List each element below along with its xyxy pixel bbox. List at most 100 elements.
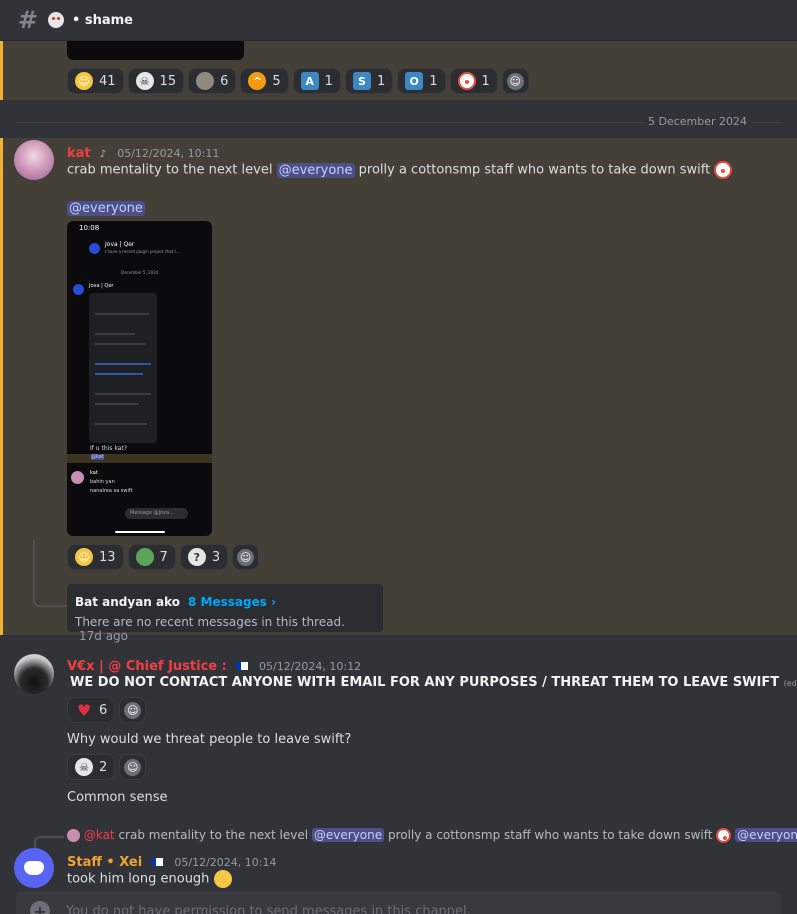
reaction-skull[interactable]: ☠ 2: [67, 754, 116, 780]
date-label: December 5, 2024: [121, 270, 159, 275]
reaction-letter-o[interactable]: O1: [397, 68, 446, 94]
author-name[interactable]: kat: [67, 146, 91, 161]
add-emoji-icon: ☺: [124, 758, 142, 776]
skull-emoji-icon: ☠: [135, 72, 154, 90]
cat-emoji-icon: ^: [248, 72, 267, 90]
letter-o-icon: O: [405, 72, 424, 90]
highlight-row: [67, 454, 212, 463]
kat-mention-tag: @kat: [91, 454, 104, 460]
reply-connector: [34, 836, 64, 848]
reaction-grin[interactable]: ☺ 41: [67, 68, 124, 94]
reply-preview[interactable]: @kat crab mentality to the next level @e…: [67, 828, 797, 843]
add-emoji-icon: ☺: [237, 548, 255, 566]
flag-icon: [235, 661, 248, 670]
phone-input-placeholder: Message @Jova...: [130, 510, 174, 516]
grin-emoji-icon: ☺: [75, 72, 93, 90]
pepe-emoji-icon: [135, 548, 154, 566]
letter-s-icon: S: [352, 72, 371, 90]
chat-avatar: [89, 243, 100, 254]
letter-a-icon: A: [300, 72, 319, 90]
composer-placeholder: You do not have permission to send messa…: [66, 903, 471, 914]
vex-reaction-bar-2: ☠ 2 ☺: [67, 754, 147, 780]
chat-name: Jova | Qer: [105, 241, 135, 248]
thread-connector: [33, 540, 67, 607]
role-icon: ♪: [99, 149, 107, 160]
embedded-screenshot: [89, 293, 157, 443]
reply-name: kat: [90, 470, 98, 476]
vex-message-header: V€x | @ Chief Justice : 05/12/2024, 10:1…: [67, 655, 361, 674]
joy-emoji-icon: ☺: [75, 548, 93, 566]
reaction-pepe[interactable]: 7: [127, 544, 176, 570]
reaction-letter-s[interactable]: S1: [344, 68, 394, 94]
kat-avatar[interactable]: [14, 140, 54, 180]
reply-avatar: [71, 471, 84, 484]
kat-message-line2: @everyone: [67, 201, 145, 216]
staff-message-header: Staff • Xei 05/12/2024, 10:14: [67, 851, 276, 870]
kat-message-text: crab mentality to the next level @everyo…: [67, 161, 733, 179]
reaction-joy[interactable]: ☺ 13: [67, 544, 124, 570]
vex-reaction-bar-1: ♥ 6 ☺: [67, 697, 147, 723]
reaction-clown[interactable]: 1: [449, 68, 498, 94]
heart-emoji-icon: ♥: [76, 700, 92, 720]
kat-reaction-bar: ☺ 13 7 ? 3 ☺: [67, 544, 260, 570]
vex-message-text: WE DO NOT CONTACT ANYONE WITH EMAIL FOR …: [70, 675, 797, 690]
clown-emoji-icon: [716, 828, 732, 843]
sender-name: Jova | Qer: [89, 283, 114, 289]
clown-emoji-icon: [714, 161, 733, 179]
reaction-bar: ☺ 41 ☠ 15 6 ^ 5 A1 S1 O1 1 ☺: [67, 68, 529, 94]
reply-avatar: [67, 829, 80, 842]
reaction-skull-question[interactable]: ? 3: [179, 544, 229, 570]
add-emoji-icon: ☺: [124, 701, 142, 719]
chat-subtitle: I have a recent plugin project that I...: [105, 249, 180, 254]
message-timestamp: 05/12/2024, 10:14: [174, 856, 277, 869]
screenshot-attachment[interactable]: 10:08 Jova | Qer I have a recent plugin …: [67, 221, 212, 536]
flag-icon: [151, 857, 164, 866]
thread-note: There are no recent messages in this thr…: [75, 615, 345, 643]
hashtag-icon: #: [18, 6, 39, 34]
author-name[interactable]: Staff • Xei: [67, 855, 142, 870]
reply-line2: nanalrea sa swift: [90, 488, 133, 494]
rock-emoji-icon: [196, 72, 215, 90]
skull-emoji-icon: [48, 12, 64, 28]
skull-emoji-icon: ☠: [75, 758, 93, 776]
sender-avatar: [73, 284, 84, 295]
laughing-cat-emoji-icon: [213, 870, 232, 888]
kat-message-header: kat ♪ 05/12/2024, 10:11: [67, 142, 219, 161]
add-reaction-button[interactable]: ☺: [501, 68, 529, 94]
reaction-rock[interactable]: 6: [188, 68, 237, 94]
reply-line1: bahin yan: [90, 479, 115, 485]
thread-name[interactable]: Bat andyan ako: [75, 595, 180, 609]
everyone-mention[interactable]: @everyone: [67, 201, 145, 216]
message-composer: + You do not have permission to send mes…: [16, 891, 781, 914]
channel-title: • shame: [72, 12, 133, 28]
everyone-mention[interactable]: @everyone: [276, 162, 355, 178]
plus-icon[interactable]: +: [30, 901, 50, 914]
reaction-letter-a[interactable]: A1: [292, 68, 341, 94]
date-divider-label: 5 December 2024: [643, 115, 751, 128]
clown-emoji-icon: [457, 72, 476, 90]
vex-message-text-3: Common sense: [67, 790, 168, 805]
home-indicator: [115, 531, 165, 533]
thread-preview[interactable]: Bat andyan ako 8 Messages › There are no …: [67, 584, 383, 643]
vex-avatar[interactable]: [14, 654, 54, 694]
skull-question-emoji-icon: ?: [187, 548, 206, 566]
add-emoji-icon: ☺: [506, 72, 524, 90]
message-timestamp: 05/12/2024, 10:12: [259, 660, 362, 673]
vex-message-text-2: Why would we threat people to leave swif…: [67, 732, 352, 747]
staff-message-text: took him long enough: [67, 870, 232, 888]
channel-header: # • shame: [0, 0, 797, 41]
add-reaction-button[interactable]: ☺: [119, 697, 147, 723]
reaction-skull[interactable]: ☠ 15: [127, 68, 185, 94]
thread-messages-link[interactable]: 8 Messages ›: [188, 595, 276, 609]
reaction-cat[interactable]: ^ 5: [240, 68, 289, 94]
add-reaction-button[interactable]: ☺: [119, 754, 147, 780]
add-reaction-button[interactable]: ☺: [232, 544, 260, 570]
image-attachment-bottom[interactable]: [67, 41, 244, 60]
question-text: If u this kat?: [90, 445, 127, 452]
message-timestamp: 05/12/2024, 10:11: [117, 147, 220, 160]
discord-logo-icon: [24, 861, 44, 875]
author-name[interactable]: V€x | @ Chief Justice :: [67, 659, 227, 674]
phone-status-time: 10:08: [79, 224, 100, 232]
discord-avatar[interactable]: [14, 848, 54, 888]
reaction-heart[interactable]: ♥ 6: [67, 697, 116, 723]
